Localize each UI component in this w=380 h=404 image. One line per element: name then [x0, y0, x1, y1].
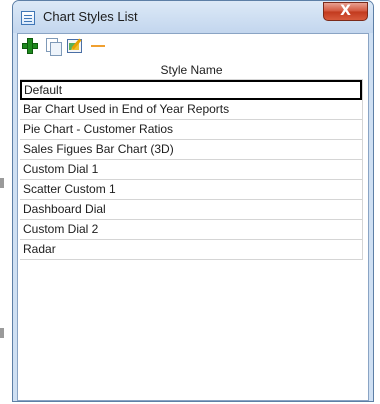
add-style-button[interactable]: [21, 37, 39, 55]
styles-grid: Style Name Default Bar Chart Used in End…: [20, 60, 363, 260]
close-icon: X: [340, 3, 351, 19]
list-item[interactable]: Scatter Custom 1: [20, 180, 362, 200]
chart-styles-window: Chart Styles List X Style Name Default B: [12, 0, 374, 402]
window-client-area: Style Name Default Bar Chart Used in End…: [17, 33, 369, 401]
copy-style-button[interactable]: [44, 37, 62, 56]
edit-style-button[interactable]: [66, 37, 84, 55]
list-item[interactable]: Dashboard Dial: [20, 200, 362, 220]
grid-rows: Default Bar Chart Used in End of Year Re…: [20, 80, 363, 260]
list-item[interactable]: Pie Chart - Customer Ratios: [20, 120, 362, 140]
close-button[interactable]: X: [323, 2, 368, 21]
list-item[interactable]: Custom Dial 2: [20, 220, 362, 240]
list-item[interactable]: Radar: [20, 240, 362, 260]
window-title: Chart Styles List: [43, 9, 138, 24]
list-item[interactable]: Bar Chart Used in End of Year Reports: [20, 100, 362, 120]
list-window-icon: [21, 11, 35, 25]
splitter-grip[interactable]: [0, 178, 4, 188]
remove-style-button[interactable]: [89, 37, 107, 55]
splitter-grip[interactable]: [0, 328, 4, 338]
title-bar[interactable]: Chart Styles List X: [13, 1, 373, 33]
list-item[interactable]: Sales Figues Bar Chart (3D): [20, 140, 362, 160]
list-item[interactable]: Default: [20, 80, 362, 100]
column-header-style-name[interactable]: Style Name: [20, 60, 363, 80]
toolbar: [18, 34, 368, 58]
list-item[interactable]: Custom Dial 1: [20, 160, 362, 180]
